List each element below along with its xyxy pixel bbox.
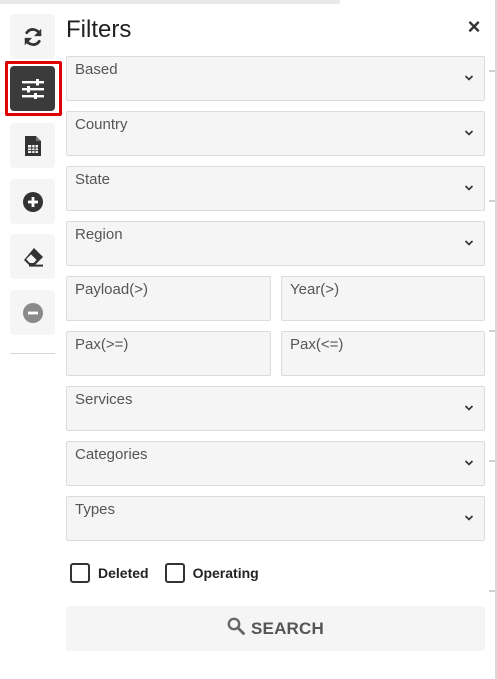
pax-min-input[interactable]: Pax(>=) bbox=[66, 331, 271, 376]
left-toolbar bbox=[0, 0, 66, 679]
country-select[interactable]: Country bbox=[66, 111, 485, 156]
add-button[interactable] bbox=[10, 179, 55, 224]
edge-tick bbox=[489, 330, 495, 332]
chevron-down-icon bbox=[464, 75, 474, 81]
based-label: Based bbox=[75, 61, 118, 78]
chevron-down-icon bbox=[464, 460, 474, 466]
payload-input[interactable]: Payload(>) bbox=[66, 276, 271, 321]
checkbox-box[interactable] bbox=[70, 563, 90, 583]
payload-label: Payload(>) bbox=[75, 281, 148, 298]
edge-tick bbox=[489, 200, 495, 202]
toolbar-divider bbox=[10, 353, 55, 354]
deleted-label: Deleted bbox=[98, 565, 149, 581]
chevron-down-icon bbox=[464, 185, 474, 191]
pax-max-label: Pax(<=) bbox=[290, 336, 344, 353]
refresh-button[interactable] bbox=[10, 14, 55, 59]
categories-label: Categories bbox=[75, 446, 148, 463]
sliders-icon bbox=[21, 78, 44, 99]
close-button[interactable]: × bbox=[464, 14, 484, 39]
plus-circle-icon bbox=[22, 191, 43, 212]
chevron-down-icon bbox=[464, 130, 474, 136]
spreadsheet-icon bbox=[24, 135, 42, 157]
status-checkboxes: Deleted Operating bbox=[70, 562, 275, 584]
edge-tick bbox=[489, 70, 495, 72]
year-input[interactable]: Year(>) bbox=[281, 276, 485, 321]
clear-button[interactable] bbox=[10, 234, 55, 279]
search-label: SEARCH bbox=[251, 618, 324, 638]
chevron-down-icon bbox=[464, 515, 474, 521]
region-label: Region bbox=[75, 226, 123, 243]
services-label: Services bbox=[75, 391, 133, 408]
close-icon: × bbox=[467, 14, 481, 39]
export-spreadsheet-button[interactable] bbox=[10, 123, 55, 168]
operating-label: Operating bbox=[192, 565, 259, 581]
remove-button[interactable] bbox=[10, 290, 55, 335]
minus-circle-icon bbox=[22, 302, 43, 323]
based-select[interactable]: Based bbox=[66, 56, 485, 101]
refresh-icon bbox=[22, 26, 44, 48]
panel-title: Filters bbox=[66, 16, 132, 43]
state-label: State bbox=[75, 171, 111, 188]
search-button[interactable]: SEARCH bbox=[66, 606, 485, 651]
country-label: Country bbox=[75, 116, 128, 133]
types-select[interactable]: Types bbox=[66, 496, 485, 541]
pax-max-input[interactable]: Pax(<=) bbox=[281, 331, 485, 376]
types-label: Types bbox=[75, 501, 116, 518]
edge-tick bbox=[489, 590, 495, 592]
pax-min-label: Pax(>=) bbox=[75, 336, 129, 353]
chevron-down-icon bbox=[464, 405, 474, 411]
chevron-down-icon bbox=[464, 240, 474, 246]
filters-toggle-button[interactable] bbox=[10, 66, 55, 111]
eraser-icon bbox=[22, 247, 44, 267]
services-select[interactable]: Services bbox=[66, 386, 485, 431]
search-icon bbox=[227, 617, 245, 640]
state-select[interactable]: State bbox=[66, 166, 485, 211]
filters-page: Filters × Based Country State Region Pay… bbox=[0, 0, 497, 679]
checkbox-box[interactable] bbox=[164, 563, 185, 583]
operating-checkbox[interactable]: Operating bbox=[164, 563, 259, 583]
year-label: Year(>) bbox=[290, 281, 340, 298]
deleted-checkbox[interactable]: Deleted bbox=[70, 563, 149, 583]
region-select[interactable]: Region bbox=[66, 221, 485, 266]
edge-tick bbox=[489, 460, 495, 462]
categories-select[interactable]: Categories bbox=[66, 441, 485, 486]
